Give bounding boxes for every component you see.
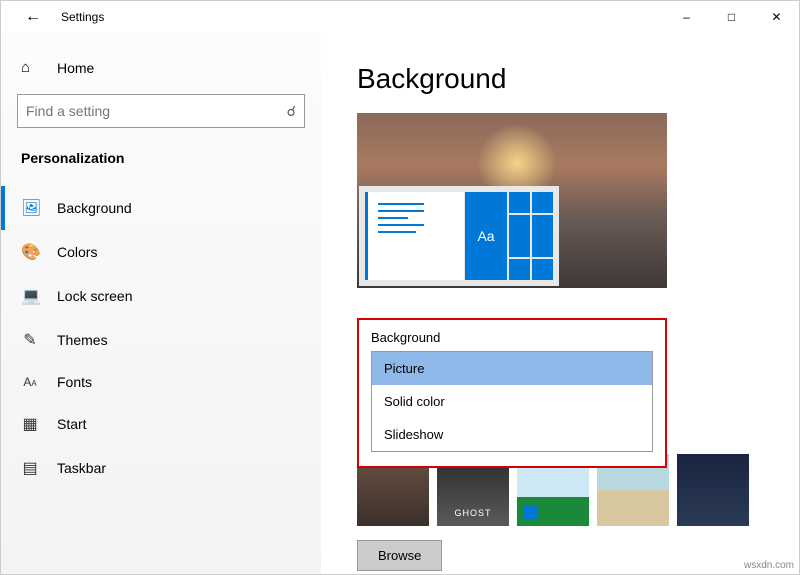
home-icon: ⌂ [21,59,39,76]
dropdown-option-label: Slideshow [384,427,443,442]
dropdown-option-label: Solid color [384,394,445,409]
dropdown-option-slideshow[interactable]: Slideshow [372,418,652,451]
sidebar-item-start[interactable]: ▦ Start [1,402,321,446]
search-input[interactable] [26,103,287,119]
background-dropdown-label: Background [371,330,653,345]
palette-icon: 🎨 [21,242,39,262]
close-button[interactable]: ✕ [754,1,799,33]
sidebar-item-label: Themes [57,332,108,348]
watermark-text: wsxdn.com [744,560,794,571]
maximize-button[interactable]: □ [709,1,754,33]
picture-thumbnail[interactable] [677,454,749,526]
taskbar-icon: ▤ [21,458,39,478]
search-box[interactable]: ☌ [17,94,305,128]
sidebar-item-label: Lock screen [57,288,132,304]
sidebar-nav: 🖼 Background 🎨 Colors 💻 Lock screen ✎ Th… [1,186,321,490]
preview-content-pane [365,192,464,280]
start-tiles-icon: ▦ [21,414,39,434]
window-controls: – □ ✕ [664,1,799,33]
themes-icon: ✎ [21,330,39,350]
dropdown-option-label: Picture [384,361,424,376]
sidebar-item-label: Colors [57,244,97,260]
fonts-icon: AA [21,375,39,389]
dropdown-option-picture[interactable]: Picture [372,352,652,385]
content-area: ⌂ Home ☌ Personalization 🖼 Background 🎨 … [1,33,799,574]
browse-button-label: Browse [378,548,421,563]
window-title: Settings [61,10,104,24]
sidebar-item-label: Fonts [57,374,92,390]
lock-screen-icon: 💻 [21,286,39,306]
home-label: Home [57,60,94,76]
back-arrow-icon: ← [25,8,41,26]
titlebar: ← Settings – □ ✕ [1,1,799,33]
sidebar-group-title: Personalization [17,150,305,176]
sidebar-item-label: Background [57,200,132,216]
sidebar-item-themes[interactable]: ✎ Themes [1,318,321,362]
preview-sample-window: Aa [359,186,559,286]
desktop-preview: Aa [357,113,667,288]
sidebar-item-label: Taskbar [57,460,106,476]
minimize-button[interactable]: – [664,1,709,33]
preview-text-lines-icon [378,198,454,238]
sidebar-item-colors[interactable]: 🎨 Colors [1,230,321,274]
maximize-icon: □ [728,10,735,24]
browse-button[interactable]: Browse [357,540,442,571]
settings-window: ← Settings – □ ✕ ⌂ Home ☌ Personalizatio… [0,0,800,575]
preview-tiles-icon: Aa [465,192,553,280]
background-dropdown-highlight: Background Picture Solid color Slideshow [357,318,667,468]
main-panel: Background Aa Background [321,33,799,574]
sidebar: ⌂ Home ☌ Personalization 🖼 Background 🎨 … [1,33,321,574]
sidebar-item-taskbar[interactable]: ▤ Taskbar [1,446,321,490]
picture-icon: 🖼 [21,198,39,218]
sidebar-item-lock-screen[interactable]: 💻 Lock screen [1,274,321,318]
home-link[interactable]: ⌂ Home [17,49,305,94]
search-icon: ☌ [287,103,296,120]
close-icon: ✕ [771,10,781,24]
dropdown-option-solid-color[interactable]: Solid color [372,385,652,418]
sidebar-item-label: Start [57,416,87,432]
sidebar-item-background[interactable]: 🖼 Background [1,186,321,230]
page-heading: Background [357,63,763,95]
preview-aa-tile: Aa [465,192,507,280]
minimize-icon: – [683,10,690,24]
background-dropdown[interactable]: Picture Solid color Slideshow [371,351,653,452]
sidebar-item-fonts[interactable]: AA Fonts [1,362,321,402]
back-button[interactable]: ← [17,1,49,33]
